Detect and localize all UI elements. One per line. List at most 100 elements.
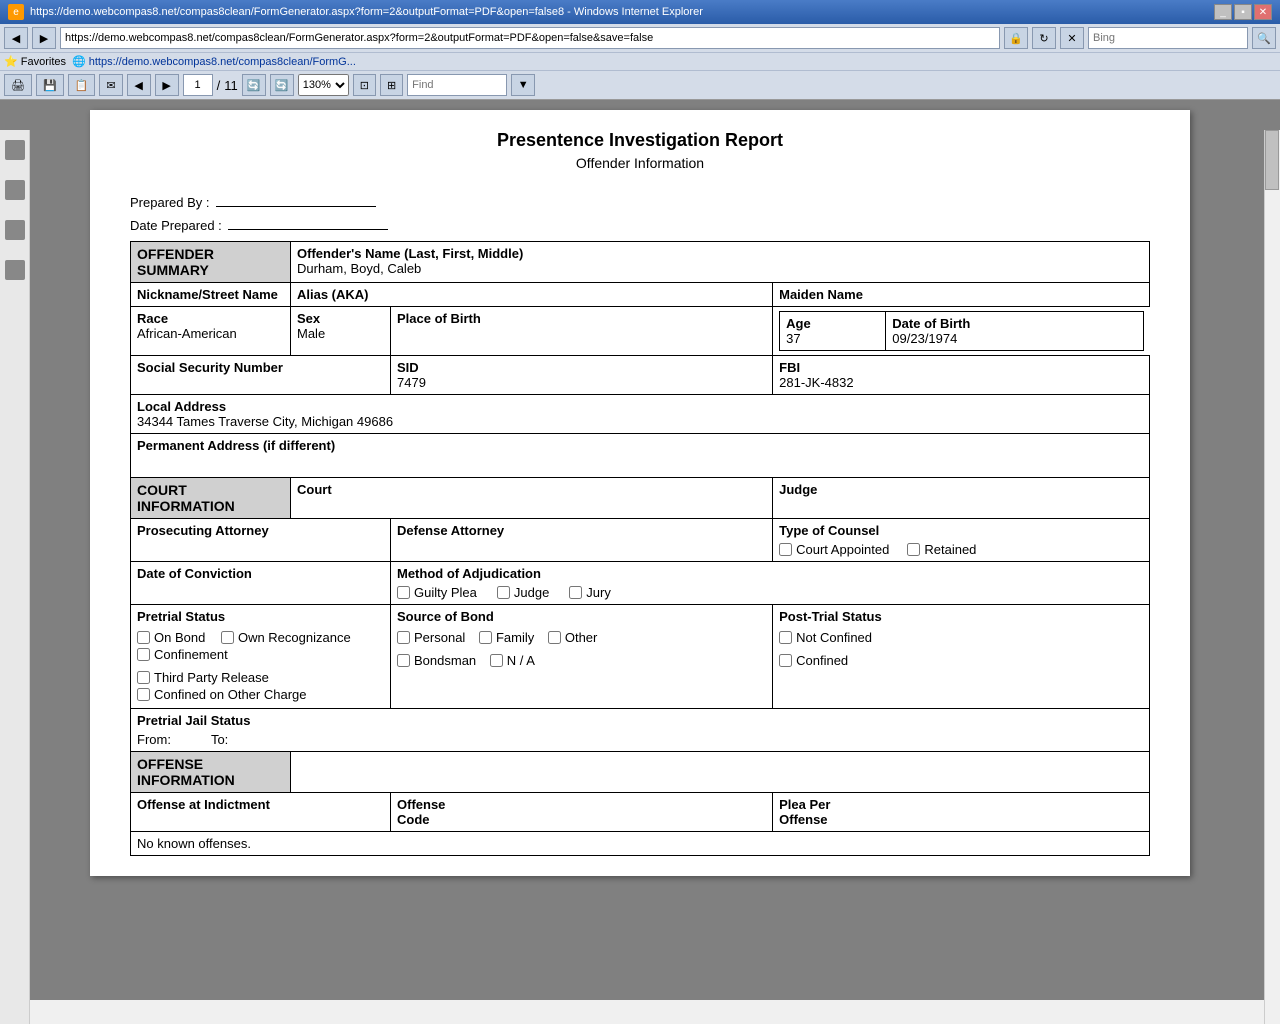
fav1-icon: 🌐: [72, 55, 86, 68]
sidebar-left: [0, 130, 30, 1024]
window-controls[interactable]: _ ▪ ✕: [1214, 4, 1272, 20]
copy-button[interactable]: 📋: [68, 74, 96, 96]
fav1-link[interactable]: 🌐 https://demo.webcompas8.net/compas8cle…: [72, 55, 356, 68]
post-trial-row2: Confined: [779, 653, 1143, 670]
confined-other-checkbox[interactable]: [137, 688, 150, 701]
demographics-row: Race African-American Sex Male Place of …: [131, 307, 1150, 356]
source-bond-label: Source of Bond: [397, 609, 766, 624]
page-input[interactable]: [183, 74, 213, 96]
print-button[interactable]: 🖨: [4, 74, 32, 96]
actual-size-button[interactable]: ⊞: [380, 74, 403, 96]
minimize-button[interactable]: _: [1214, 4, 1232, 20]
attorney-row: Prosecuting Attorney Defense Attorney Ty…: [131, 519, 1150, 562]
retained-checkbox[interactable]: [907, 543, 920, 556]
dob-cell: Date of Birth 09/23/1974: [886, 312, 1143, 351]
next-page-button[interactable]: ▶: [155, 74, 179, 96]
prosecuting-label: Prosecuting Attorney: [137, 523, 384, 538]
email-button[interactable]: ✉: [99, 74, 122, 96]
personal-option: Personal: [397, 630, 465, 645]
zoom-in-button[interactable]: 🔄: [270, 74, 294, 96]
to-label: To:: [211, 732, 228, 747]
search-input[interactable]: [1088, 27, 1248, 49]
ssn-label: Social Security Number: [137, 360, 384, 375]
local-address-label: Local Address: [137, 399, 1143, 414]
jury-option: Jury: [569, 585, 611, 600]
on-bond-label: On Bond: [154, 630, 205, 645]
plea-per-offense-label-cell: Plea Per Offense: [773, 793, 1150, 832]
address-bar-row: ◀ ▶ 🔒 ↻ ✕ 🔍: [0, 24, 1280, 52]
save-button[interactable]: 💾: [36, 74, 64, 96]
other-checkbox[interactable]: [548, 631, 561, 644]
prev-page-button[interactable]: ◀: [127, 74, 151, 96]
court-appointed-label: Court Appointed: [796, 542, 889, 557]
sidebar-icon-4[interactable]: [5, 260, 25, 280]
prepared-by-field[interactable]: [216, 191, 376, 207]
offense-code-label-cell: Offense Code: [391, 793, 773, 832]
offense-info-content: [291, 752, 1150, 793]
close-button[interactable]: ✕: [1254, 4, 1272, 20]
confinement-checkbox[interactable]: [137, 648, 150, 661]
scrollbar-track[interactable]: [1264, 130, 1280, 1024]
permanent-address-label: Permanent Address (if different): [137, 438, 1143, 453]
race-label: Race: [137, 311, 284, 326]
na-checkbox[interactable]: [490, 654, 503, 667]
sex-value: Male: [297, 326, 384, 341]
on-bond-checkbox[interactable]: [137, 631, 150, 644]
adjudication-label: Method of Adjudication: [397, 566, 1143, 581]
jail-status-cell: Pretrial Jail Status From: To:: [131, 709, 1150, 752]
offender-name-cell: Offender's Name (Last, First, Middle) Du…: [291, 242, 1150, 283]
on-bond-option: On Bond: [137, 630, 205, 645]
court-cell: Court: [291, 478, 773, 519]
back-button[interactable]: ◀: [4, 27, 28, 49]
refresh-button[interactable]: ↻: [1032, 27, 1056, 49]
forward-button[interactable]: ▶: [32, 27, 56, 49]
bondsman-checkbox[interactable]: [397, 654, 410, 667]
personal-checkbox[interactable]: [397, 631, 410, 644]
jury-checkbox[interactable]: [569, 586, 582, 599]
offense-indictment-label: Offense at Indictment: [137, 797, 270, 812]
local-address-row: Local Address 34344 Tames Traverse City,…: [131, 395, 1150, 434]
zoom-out-button[interactable]: 🔄: [242, 74, 266, 96]
main-table: OFFENDER SUMMARY Offender's Name (Last, …: [130, 241, 1150, 856]
judge-adj-checkbox[interactable]: [497, 586, 510, 599]
maiden-cell: Maiden Name: [773, 283, 1150, 307]
source-bond-cell: Source of Bond Personal Family: [391, 605, 773, 709]
no-offenses-row: No known offenses.: [131, 832, 1150, 856]
sidebar-icon-2[interactable]: [5, 180, 25, 200]
date-prepared-row: Date Prepared :: [130, 214, 1150, 233]
post-trial-label: Post-Trial Status: [779, 609, 1143, 624]
search-button[interactable]: 🔍: [1252, 27, 1276, 49]
restore-button[interactable]: ▪: [1234, 4, 1252, 20]
lock-icon: 🔒: [1004, 27, 1028, 49]
not-confined-checkbox[interactable]: [779, 631, 792, 644]
sidebar-icon-3[interactable]: [5, 220, 25, 240]
sidebar-icon-1[interactable]: [5, 140, 25, 160]
na-option: N / A: [490, 653, 535, 668]
plea-per-offense-label: Plea Per Offense: [779, 797, 1143, 827]
confinement-option: Confinement: [137, 647, 228, 662]
source-row2: Bondsman N / A: [397, 653, 766, 670]
bondsman-label: Bondsman: [414, 653, 476, 668]
guilty-plea-checkbox[interactable]: [397, 586, 410, 599]
scrollbar-thumb[interactable]: [1265, 130, 1279, 190]
fit-button[interactable]: ⊡: [353, 74, 376, 96]
zoom-select[interactable]: 130%: [298, 74, 349, 96]
address-bar[interactable]: [60, 27, 1000, 49]
third-party-checkbox[interactable]: [137, 671, 150, 684]
date-prepared-field[interactable]: [228, 214, 388, 230]
family-checkbox[interactable]: [479, 631, 492, 644]
stop-button[interactable]: ✕: [1060, 27, 1084, 49]
adjudication-options: Guilty Plea Judge Jury: [397, 585, 1143, 600]
age-dob-outer: Age 37 Date of Birth 09/23/1974: [773, 307, 1150, 356]
court-appointed-checkbox[interactable]: [779, 543, 792, 556]
jury-label: Jury: [586, 585, 611, 600]
age-dob-row: Age 37 Date of Birth 09/23/1974: [780, 312, 1143, 351]
find-dropdown[interactable]: ▼: [511, 74, 535, 96]
confined-checkbox[interactable]: [779, 654, 792, 667]
find-input[interactable]: [407, 74, 507, 96]
own-recognizance-checkbox[interactable]: [221, 631, 234, 644]
offender-summary-header: OFFENDER SUMMARY: [131, 242, 291, 283]
permanent-address-cell: Permanent Address (if different): [131, 434, 1150, 478]
age-label: Age: [786, 316, 879, 331]
conviction-label: Date of Conviction: [137, 566, 384, 581]
